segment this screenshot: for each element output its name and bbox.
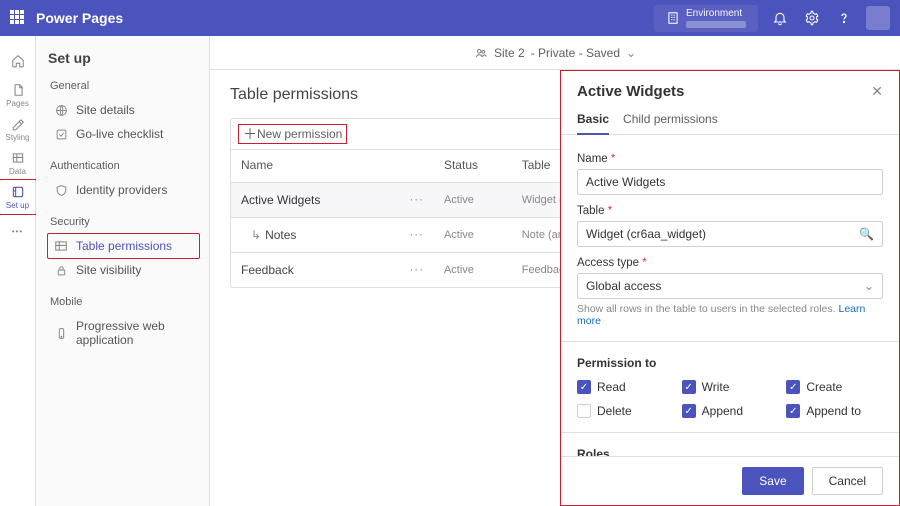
context-site[interactable]: Site 2 [494,46,525,60]
checkbox-icon: ✓ [682,404,696,418]
access-type-select[interactable]: Global access ⌄ [577,273,883,299]
chevron-down-icon[interactable]: ⌄ [626,46,636,60]
checkbox-icon: ✓ [786,380,800,394]
sidebar-item-label: Site visibility [76,263,141,277]
help-icon[interactable] [828,0,860,36]
env-label: Environment [686,9,746,19]
checklist-icon [54,127,68,141]
panel-title: Active Widgets [577,83,871,100]
shield-icon [54,183,68,197]
building-icon [666,11,680,25]
home-icon [11,54,25,68]
notifications-icon[interactable] [764,0,796,36]
rail-setup[interactable]: Set up [0,180,36,214]
sidebar-item-golive[interactable]: Go-live checklist [48,122,199,146]
sidebar-item-label: Identity providers [76,183,167,197]
group-mobile: Mobile [50,296,199,308]
checkbox-icon [577,404,591,418]
group-security: Security [50,216,199,228]
permission-grid: ✓Read ✓Write ✓Create Delete ✓Append ✓App… [577,380,883,418]
lock-icon [54,263,68,277]
site-details-icon [54,103,68,117]
chevron-down-icon: ⌄ [864,279,874,293]
sidebar-item-label: Progressive web application [76,319,193,347]
context-state: - Private - Saved [531,46,620,60]
settings-icon[interactable] [796,0,828,36]
col-status[interactable]: Status [434,150,512,183]
table-label: Table [577,205,883,217]
chk-append-to[interactable]: ✓Append to [786,404,883,418]
sidebar-item-site-visibility[interactable]: Site visibility [48,258,199,282]
details-panel: Active Widgets ✕ Basic Child permissions… [560,70,900,506]
more-icon: ••• [12,227,23,236]
top-bar: Power Pages Environment [0,0,900,36]
rail-label: Styling [5,133,29,142]
waffle-icon[interactable] [10,10,26,26]
sidebar-item-pwa[interactable]: Progressive web application [48,314,199,352]
roles-title: Roles [577,447,883,456]
tab-basic[interactable]: Basic [577,106,609,134]
chk-delete[interactable]: Delete [577,404,674,418]
rail-data[interactable]: Data [0,146,36,180]
tab-child-permissions[interactable]: Child permissions [623,106,718,134]
cancel-button[interactable]: Cancel [812,467,883,495]
row-menu-icon[interactable]: ··· [409,264,424,276]
sidebar-item-idp[interactable]: Identity providers [48,178,199,202]
rail-styling[interactable]: Styling [0,112,36,146]
permission-to-title: Permission to [577,356,883,370]
sidebar-item-label: Site details [76,103,135,117]
pages-icon [11,83,25,97]
setup-icon [11,185,25,199]
chk-append[interactable]: ✓Append [682,404,779,418]
col-name[interactable]: Name [231,150,399,183]
close-icon[interactable]: ✕ [871,83,883,100]
row-menu-icon[interactable]: ··· [409,194,424,206]
chk-read[interactable]: ✓Read [577,380,674,394]
checkbox-icon: ✓ [786,404,800,418]
sidebar-item-label: Go-live checklist [76,127,163,141]
access-label: Access type [577,257,883,269]
table-lookup[interactable]: Widget (cr6aa_widget) 🔍 [577,221,883,247]
avatar[interactable] [866,6,890,30]
group-general: General [50,80,199,92]
env-value-redacted [686,21,746,28]
people-icon [474,46,488,60]
rail-pages[interactable]: Pages [0,78,36,112]
rail-label: Set up [6,201,29,210]
row-menu-icon[interactable]: ··· [409,229,424,241]
checkbox-icon: ✓ [577,380,591,394]
access-hint: Show all rows in the table to users in t… [577,303,883,327]
side-panel-title: Set up [48,50,199,66]
sidebar-item-label: Table permissions [76,239,172,253]
styling-icon [11,117,25,131]
name-label: Name [577,153,883,165]
context-bar: Site 2 - Private - Saved ⌄ [210,36,900,70]
child-arrow-icon: ↳ [251,228,261,242]
main-area: Site 2 - Private - Saved ⌄ Table permiss… [210,36,900,506]
sidebar-item-site-details[interactable]: Site details [48,98,199,122]
sidebar-item-table-permissions[interactable]: Table permissions [48,234,199,258]
table-perm-icon [54,239,68,253]
environment-picker[interactable]: Environment [654,5,758,32]
name-input[interactable] [577,169,883,195]
save-button[interactable]: Save [742,467,803,495]
rail-home[interactable] [0,44,36,78]
rail-label: Pages [6,99,29,108]
rail-more[interactable]: ••• [0,214,36,248]
search-icon: 🔍 [859,227,874,241]
checkbox-icon: ✓ [682,380,696,394]
chk-create[interactable]: ✓Create [786,380,883,394]
chk-write[interactable]: ✓Write [682,380,779,394]
side-panel: Set up General Site details Go-live chec… [36,36,210,506]
new-permission-label: New permission [257,127,342,141]
mobile-icon [54,326,68,340]
nav-rail: Pages Styling Data Set up ••• [0,36,36,506]
rail-label: Data [9,167,26,176]
brand-name: Power Pages [36,10,123,26]
group-auth: Authentication [50,160,199,172]
data-icon [11,151,25,165]
plus-icon: ＋ [243,127,257,141]
